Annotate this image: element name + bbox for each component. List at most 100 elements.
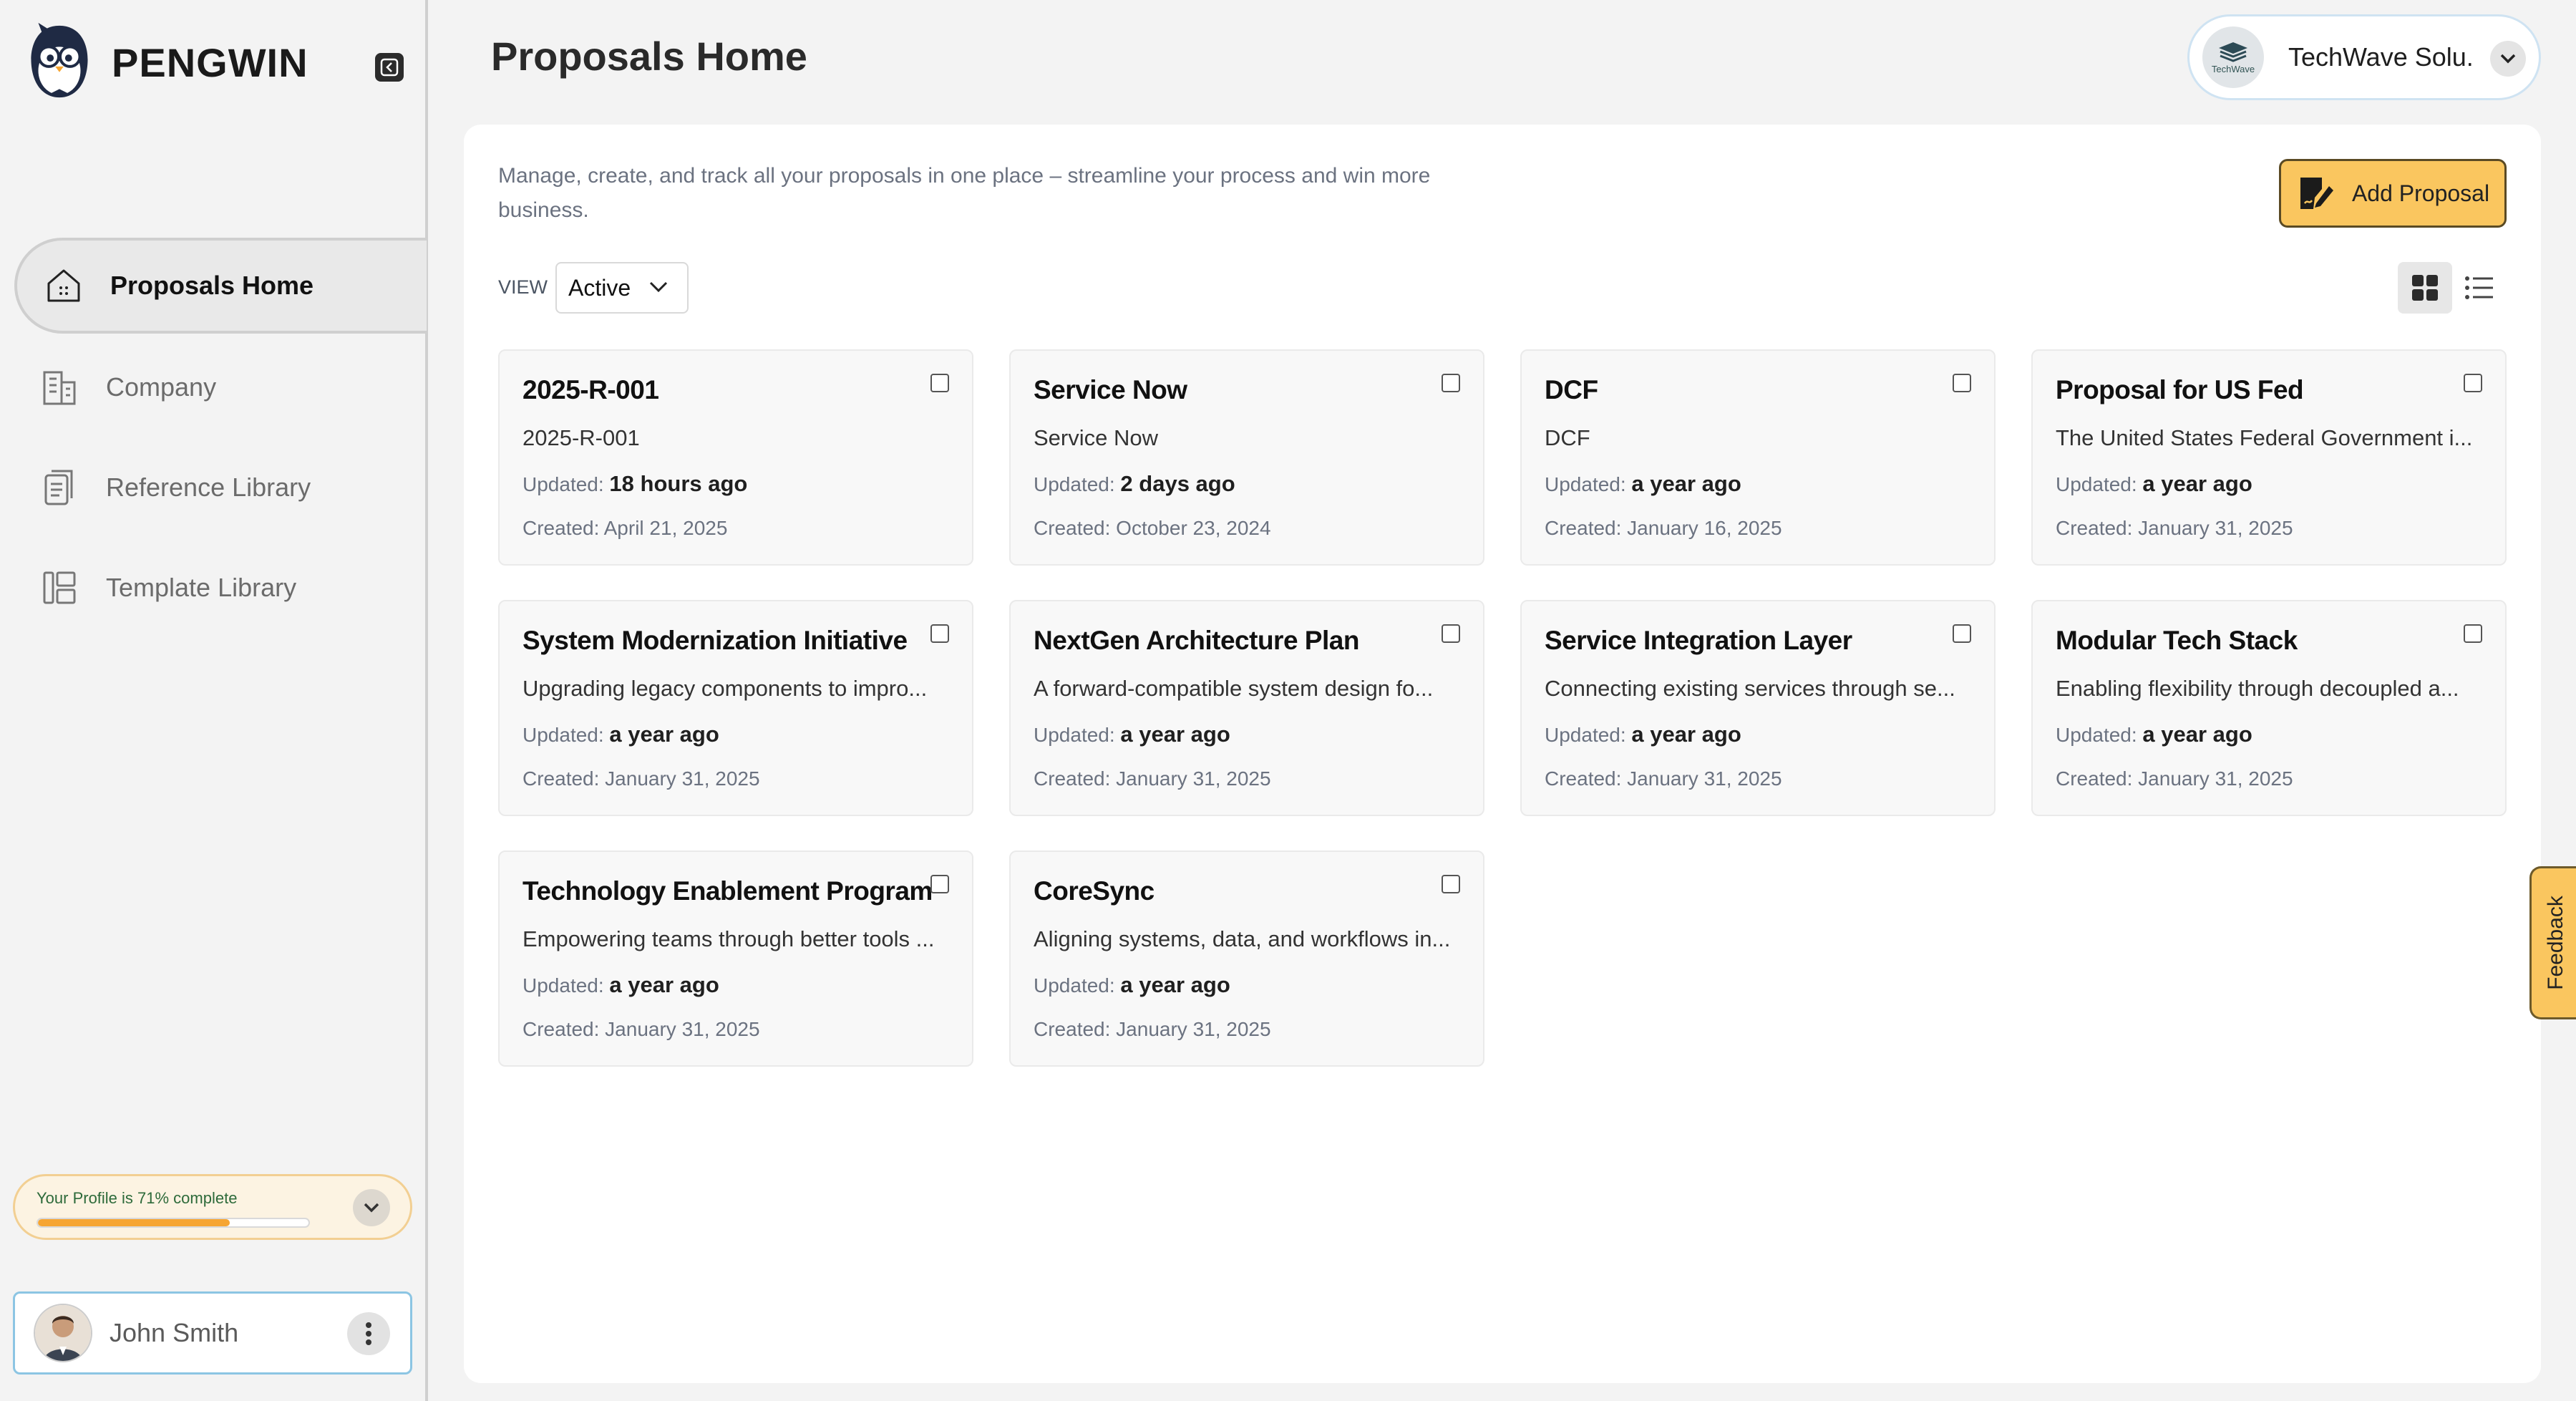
view-label: VIEW: [498, 276, 548, 298]
proposal-card[interactable]: CoreSync Aligning systems, data, and wor…: [1009, 850, 1484, 1067]
proposal-created: Created: January 31, 2025: [1034, 767, 1271, 790]
proposal-updated: Updated: a year ago: [523, 972, 719, 998]
proposal-card[interactable]: Service Integration Layer Connecting exi…: [1520, 600, 1996, 816]
proposal-title: DCF: [1545, 375, 1598, 404]
updated-label: Updated:: [1034, 724, 1115, 746]
proposal-title: System Modernization Initiative: [523, 626, 908, 655]
proposal-updated: Updated: a year ago: [1034, 722, 1230, 747]
sidebar-item-proposals-home[interactable]: Proposals Home: [14, 238, 427, 334]
proposal-updated: Updated: a year ago: [2056, 722, 2252, 747]
profile-progress-fill: [38, 1219, 230, 1226]
edit-document-icon: [2300, 178, 2333, 209]
proposal-description: Upgrading legacy components to impro...: [523, 676, 928, 701]
proposal-select-checkbox[interactable]: [930, 624, 949, 643]
profile-completion-text: Your Profile is 71% complete: [37, 1189, 238, 1207]
user-menu-button[interactable]: [347, 1312, 390, 1355]
template-icon: [43, 571, 76, 604]
proposal-card[interactable]: 2025-R-001 2025-R-001 Updated: 18 hours …: [498, 349, 973, 566]
proposal-description: Enabling flexibility through decoupled a…: [2056, 676, 2459, 701]
user-avatar-icon: [35, 1305, 91, 1361]
proposal-description: Connecting existing services through se.…: [1545, 676, 1955, 701]
view-filter-value: Active: [568, 274, 631, 301]
profile-expand-button[interactable]: [353, 1189, 390, 1226]
grid-view-button[interactable]: [2398, 262, 2452, 314]
updated-label: Updated:: [523, 724, 604, 746]
updated-value: 2 days ago: [1120, 471, 1235, 496]
sidebar-item-label: Company: [106, 372, 217, 402]
proposal-select-checkbox[interactable]: [1442, 624, 1460, 643]
organization-dropdown-toggle[interactable]: [2490, 41, 2526, 77]
profile-completion[interactable]: Your Profile is 71% complete: [13, 1174, 412, 1240]
feedback-label: Feedback: [2543, 896, 2567, 990]
avatar: [34, 1304, 92, 1362]
sidebar-item-template-library[interactable]: Template Library: [16, 540, 428, 636]
main-panel: Manage, create, and track all your propo…: [464, 125, 2541, 1383]
updated-label: Updated:: [523, 974, 604, 997]
updated-value: a year ago: [2142, 722, 2252, 747]
chevron-down-icon: [2500, 54, 2516, 64]
page-title: Proposals Home: [491, 34, 807, 79]
updated-value: a year ago: [609, 972, 719, 997]
updated-label: Updated:: [1034, 974, 1115, 997]
proposal-created: Created: January 16, 2025: [1545, 517, 1782, 539]
proposal-updated: Updated: a year ago: [1545, 471, 1741, 497]
proposal-select-checkbox[interactable]: [930, 875, 949, 893]
grid-icon: [2412, 275, 2438, 301]
proposal-select-checkbox[interactable]: [2464, 374, 2482, 392]
proposal-card[interactable]: System Modernization Initiative Upgradin…: [498, 600, 973, 816]
proposal-card[interactable]: Technology Enablement Program Empowering…: [498, 850, 973, 1067]
brand-logo[interactable]: PENGWIN: [17, 20, 308, 105]
proposal-description: DCF: [1545, 425, 1590, 450]
updated-label: Updated:: [2056, 724, 2137, 746]
proposal-created: Created: January 31, 2025: [523, 767, 760, 790]
proposal-updated: Updated: 18 hours ago: [523, 471, 747, 497]
building-icon: [43, 371, 76, 405]
proposal-description: Aligning systems, data, and workflows in…: [1034, 926, 1449, 951]
updated-value: a year ago: [1631, 722, 1741, 747]
proposal-card[interactable]: DCF DCF Updated: a year ago Created: Jan…: [1520, 349, 1996, 566]
proposal-select-checkbox[interactable]: [1442, 875, 1460, 893]
collapse-sidebar-button[interactable]: [375, 53, 404, 82]
updated-value: a year ago: [1120, 972, 1230, 997]
proposal-updated: Updated: a year ago: [1034, 972, 1230, 998]
proposal-updated: Updated: a year ago: [1545, 722, 1741, 747]
add-proposal-label: Add Proposal: [2351, 180, 2490, 206]
add-proposal-button[interactable]: Add Proposal: [2279, 159, 2507, 228]
proposal-created: Created: January 31, 2025: [2056, 767, 2293, 790]
sidebar-item-label: Template Library: [106, 573, 297, 602]
proposal-created: Created: October 23, 2024: [1034, 517, 1271, 539]
updated-label: Updated:: [523, 473, 604, 495]
proposal-title: Proposal for US Fed: [2056, 375, 2304, 404]
proposal-select-checkbox[interactable]: [1953, 624, 1971, 643]
proposal-card[interactable]: Service Now Service Now Updated: 2 days …: [1009, 349, 1484, 566]
proposal-card[interactable]: Modular Tech Stack Enabling flexibility …: [2031, 600, 2507, 816]
proposal-select-checkbox[interactable]: [2464, 624, 2482, 643]
proposal-updated: Updated: a year ago: [523, 722, 719, 747]
proposal-card[interactable]: NextGen Architecture Plan A forward-comp…: [1009, 600, 1484, 816]
updated-label: Updated:: [2056, 473, 2137, 495]
sidebar-item-reference-library[interactable]: Reference Library: [16, 440, 428, 535]
organization-switcher[interactable]: TechWave TechWave Solu...: [2187, 14, 2541, 100]
user-account[interactable]: John Smith: [13, 1291, 412, 1375]
proposal-title: CoreSync: [1034, 876, 1155, 906]
updated-value: 18 hours ago: [609, 471, 748, 496]
updated-value: a year ago: [1631, 471, 1741, 496]
proposal-description: 2025-R-001: [523, 425, 640, 450]
feedback-tab[interactable]: Feedback: [2529, 866, 2576, 1019]
user-name: John Smith: [110, 1318, 239, 1347]
proposal-select-checkbox[interactable]: [930, 374, 949, 392]
page-description: Manage, create, and track all your propo…: [498, 164, 1431, 222]
list-view-button[interactable]: [2452, 262, 2507, 314]
proposal-created: Created: January 31, 2025: [523, 1018, 760, 1040]
proposal-updated: Updated: 2 days ago: [1034, 471, 1235, 497]
view-filter-select[interactable]: Active: [555, 262, 689, 314]
proposal-select-checkbox[interactable]: [1953, 374, 1971, 392]
sidebar: PENGWIN Proposals Home Company Reference…: [0, 0, 428, 1401]
brand-name: PENGWIN: [112, 39, 308, 85]
proposal-description: The United States Federal Government i..…: [2056, 425, 2471, 450]
proposal-card[interactable]: Proposal for US Fed The United States Fe…: [2031, 349, 2507, 566]
proposal-select-checkbox[interactable]: [1442, 374, 1460, 392]
more-vertical-icon: [366, 1322, 371, 1345]
chevron-down-icon: [364, 1203, 379, 1213]
sidebar-item-company[interactable]: Company: [16, 339, 428, 435]
